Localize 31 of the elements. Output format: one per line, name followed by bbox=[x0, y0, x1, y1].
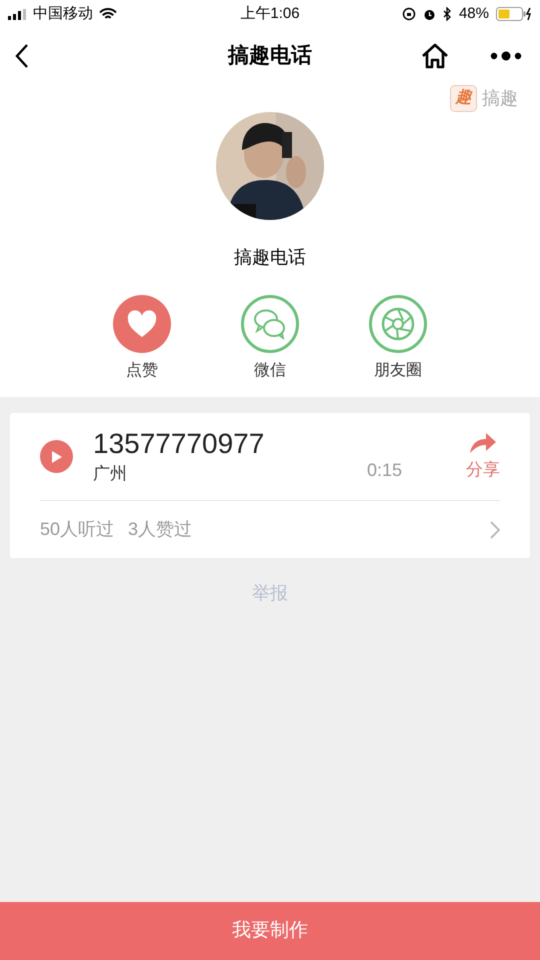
chevron-right-icon bbox=[490, 520, 500, 538]
play-icon bbox=[50, 450, 62, 464]
clock-time: 上午1:06 bbox=[240, 4, 300, 24]
page-title: 搞趣电话 bbox=[228, 43, 312, 70]
alarm-icon bbox=[422, 8, 436, 20]
stats-text: 3人赞过 bbox=[128, 518, 192, 541]
home-icon bbox=[421, 43, 449, 69]
back-icon bbox=[15, 43, 29, 69]
city-label: 广州 bbox=[93, 462, 128, 485]
brand-name: 搞趣 bbox=[482, 86, 518, 110]
share-action[interactable]: 朋友圈 bbox=[369, 295, 427, 383]
carrier-name: 中国移动 bbox=[33, 4, 93, 24]
wifi-icon bbox=[99, 8, 117, 20]
brand-logo: 趣 bbox=[450, 84, 477, 112]
battery-icon bbox=[496, 7, 532, 21]
bluetooth-icon bbox=[442, 7, 452, 21]
share-action[interactable]: 微信 bbox=[241, 295, 299, 383]
play-button[interactable] bbox=[40, 440, 73, 473]
duration-label: 0:15 bbox=[366, 459, 402, 482]
phone-number: 13577770977 bbox=[93, 426, 264, 461]
more-icon bbox=[490, 51, 522, 61]
aperture-icon bbox=[369, 295, 427, 353]
battery-percent: 48% bbox=[458, 4, 489, 24]
rotation-lock-icon bbox=[402, 7, 416, 21]
chat-bubbles-icon bbox=[241, 295, 299, 353]
stats-text: 50人听过 bbox=[40, 518, 114, 541]
profile-name: 搞趣电话 bbox=[233, 246, 307, 269]
signal-icon bbox=[8, 8, 28, 20]
share-arrow-icon bbox=[468, 430, 498, 455]
home-button[interactable] bbox=[420, 41, 450, 71]
share-action[interactable]: 点赞 bbox=[113, 295, 171, 383]
